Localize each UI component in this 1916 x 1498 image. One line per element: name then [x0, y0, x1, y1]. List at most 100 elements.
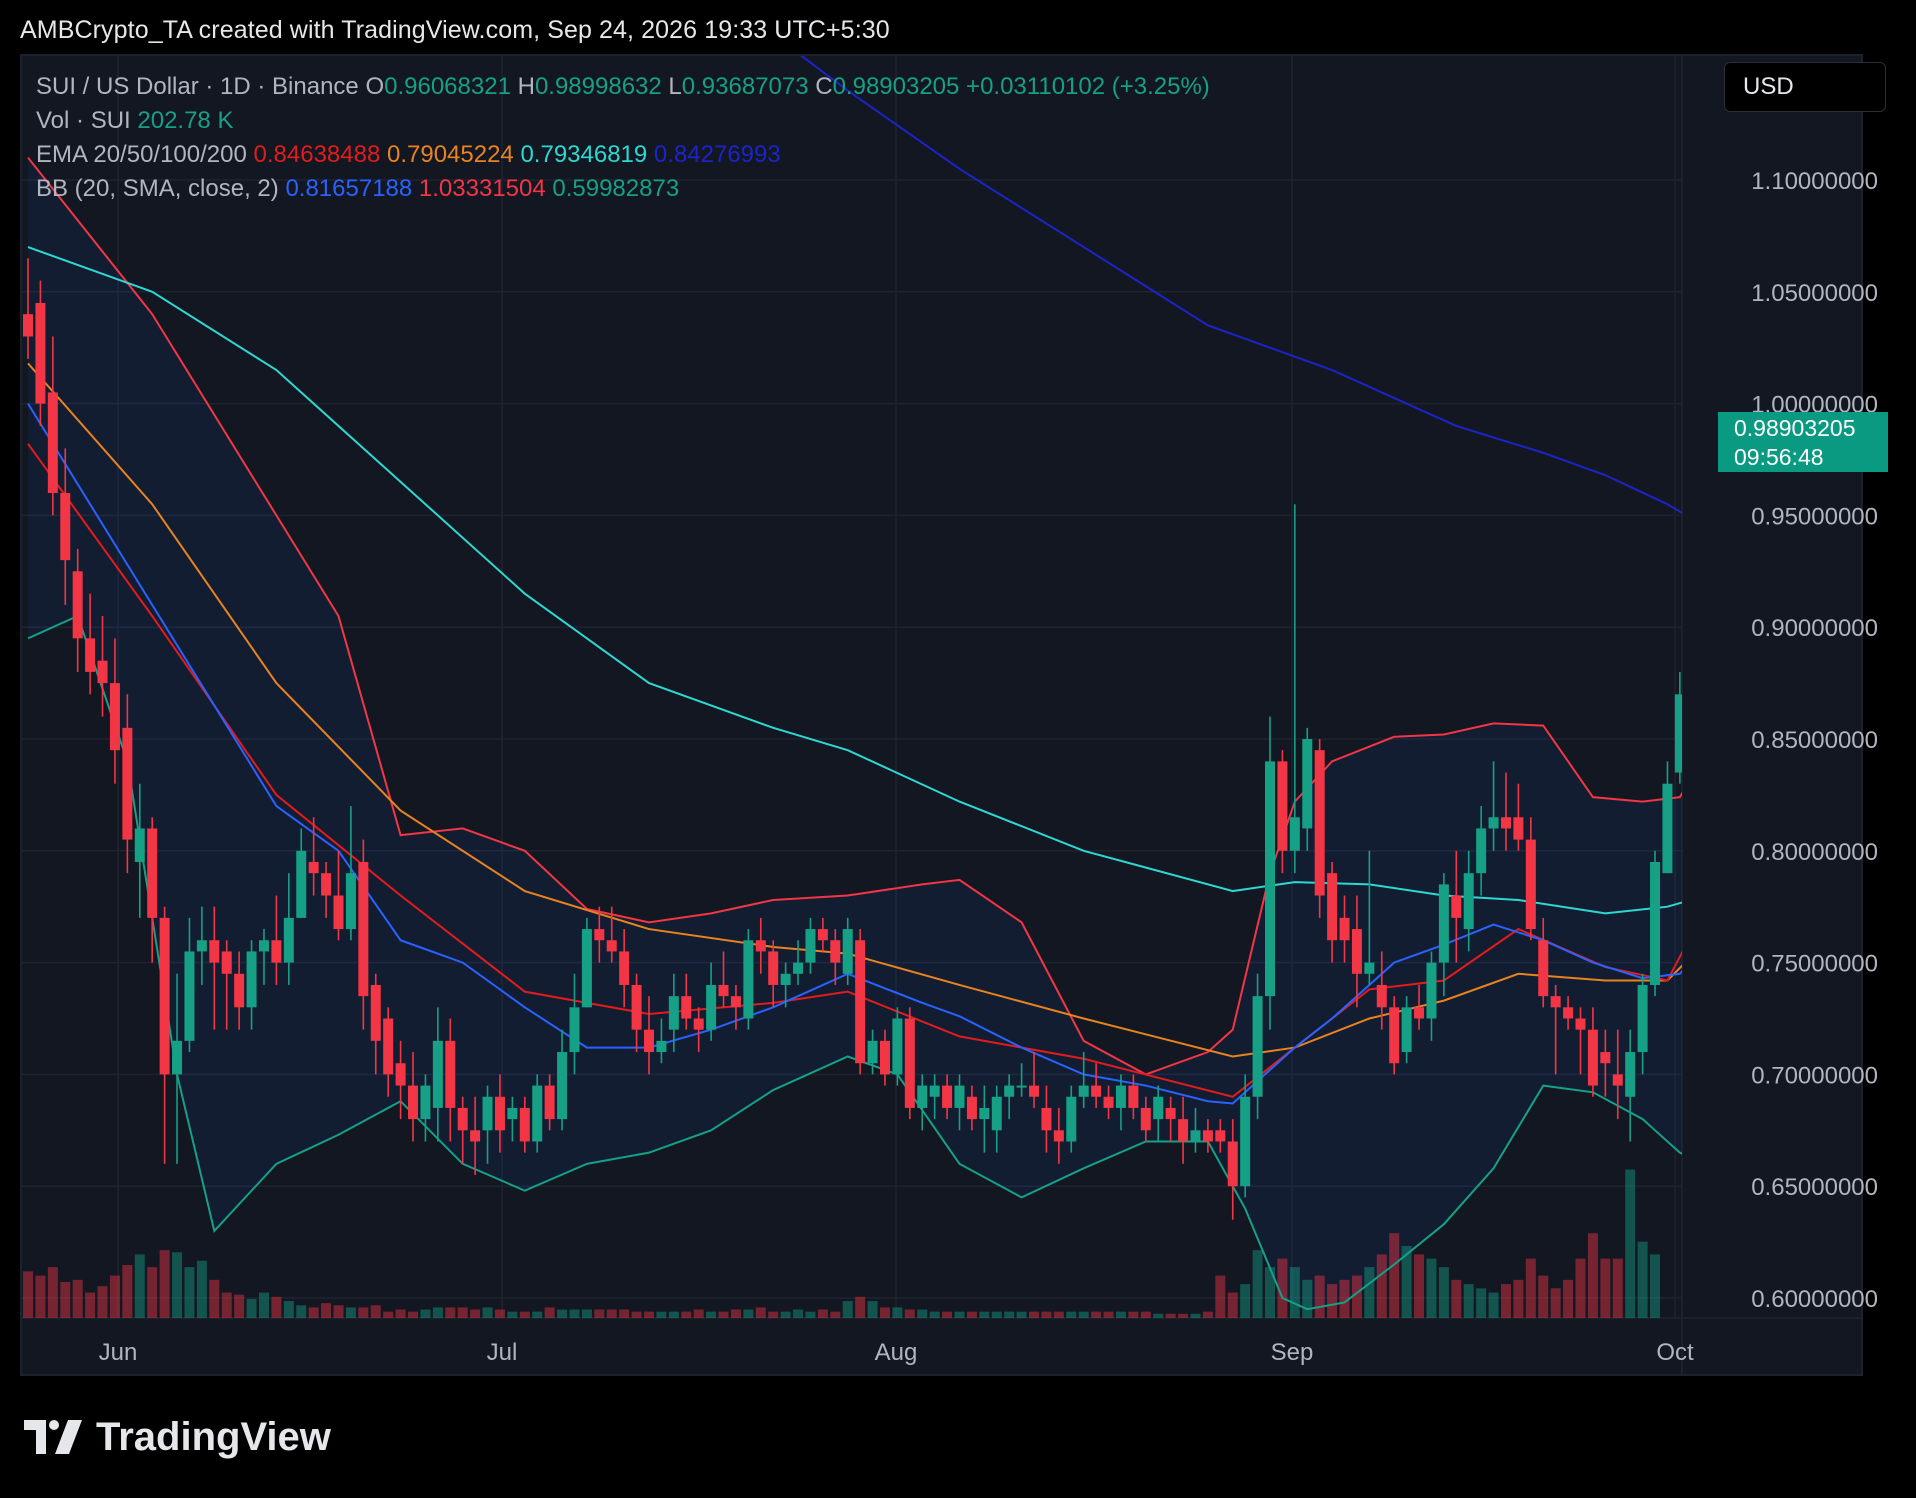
tradingview-logo[interactable]: TradingView	[24, 1414, 331, 1460]
legend-ema100: 0.79346819	[520, 141, 648, 168]
volume-bar	[1650, 1254, 1661, 1318]
candle-body	[109, 683, 120, 751]
candle-body	[1103, 1096, 1114, 1108]
candle-body	[60, 493, 71, 561]
volume-bar	[321, 1303, 332, 1318]
legend-low: 0.93687073	[681, 73, 809, 100]
volume-bar	[395, 1309, 406, 1318]
candle-body	[196, 940, 207, 952]
candle-body	[1140, 1107, 1151, 1131]
volume-bar	[333, 1305, 344, 1318]
candle-body	[1513, 817, 1524, 840]
legend-ema200: 0.84276993	[653, 141, 781, 168]
volume-bar	[420, 1309, 431, 1318]
volume-bar	[60, 1281, 71, 1318]
candle-body	[1538, 940, 1549, 997]
price-tick-label: 0.85000000	[1751, 727, 1878, 754]
volume-bar	[519, 1311, 530, 1318]
legend-ema-row: EMA 20/50/100/200 0.84638488 0.79045224 …	[36, 138, 1210, 172]
candle-body	[631, 984, 642, 1030]
volume-bar	[408, 1311, 419, 1318]
time-tick-label: Jul	[487, 1339, 518, 1366]
volume-bar	[1550, 1288, 1561, 1318]
volume-bar	[1426, 1258, 1437, 1318]
candle-body	[1438, 884, 1449, 963]
volume-bar	[283, 1301, 294, 1318]
volume-bar	[594, 1309, 605, 1318]
legend-volume-value: 202.78 K	[137, 107, 234, 134]
volume-bar	[892, 1307, 903, 1318]
candle-body	[234, 973, 245, 1008]
volume-bar	[706, 1311, 717, 1318]
volume-bar	[1600, 1258, 1611, 1318]
candle-body	[420, 1085, 431, 1120]
volume-bar	[457, 1307, 468, 1318]
volume-bar	[656, 1311, 667, 1318]
candle-body	[991, 1096, 1002, 1131]
candle-body	[879, 1040, 890, 1075]
volume-bar	[370, 1305, 381, 1318]
volume-bar	[507, 1311, 518, 1318]
volume-bar	[35, 1275, 46, 1318]
volume-bar	[1625, 1169, 1636, 1318]
volume-bar	[85, 1292, 96, 1318]
volume-bar	[668, 1311, 679, 1318]
candle-body	[457, 1107, 468, 1131]
candle-body	[1488, 817, 1499, 829]
candle-body	[892, 1018, 903, 1075]
volume-bar	[966, 1311, 977, 1318]
candle-body	[942, 1085, 953, 1108]
volume-bar	[184, 1267, 195, 1318]
volume-bar	[606, 1309, 617, 1318]
volume-bar	[867, 1301, 878, 1318]
candle-body	[1463, 873, 1474, 930]
candle-body	[519, 1107, 530, 1142]
candle-body	[1376, 984, 1387, 1008]
price-chart[interactable]: 1.100000001.050000001.000000000.95000000…	[0, 0, 1916, 1498]
volume-bar	[1153, 1313, 1164, 1318]
volume-bar	[569, 1309, 580, 1318]
candle-body	[432, 1040, 443, 1108]
candle-body	[1351, 929, 1362, 974]
candle-body	[122, 727, 133, 840]
candle-body	[1687, 638, 1697, 694]
candle-body	[706, 984, 717, 1030]
volume-bar	[122, 1265, 133, 1318]
legend-bb-upper: 1.03331504	[418, 175, 546, 202]
candle-body	[1029, 1085, 1040, 1097]
volume-bar	[1463, 1284, 1474, 1318]
candle-body	[917, 1085, 928, 1108]
volume-bar	[246, 1298, 257, 1318]
candle-body	[1078, 1085, 1089, 1097]
volume-bar	[681, 1311, 692, 1318]
legend-close: 0.98903205	[832, 73, 960, 100]
candle-body	[1265, 761, 1275, 997]
candle-body	[1476, 828, 1487, 874]
candle-body	[283, 917, 294, 963]
legend-change: +0.03110102 (+3.25%)	[966, 73, 1210, 100]
candle-body	[1053, 1130, 1064, 1142]
volume-bar	[830, 1311, 841, 1318]
volume-bar	[768, 1311, 779, 1318]
volume-bar	[855, 1296, 866, 1318]
volume-bar	[445, 1307, 456, 1318]
legend-ema20: 0.84638488	[253, 141, 381, 168]
currency-selector[interactable]: USD	[1724, 62, 1886, 112]
volume-bar	[1587, 1233, 1598, 1318]
candle-body	[1240, 1096, 1251, 1187]
candle-body	[619, 951, 630, 985]
candle-body	[1500, 817, 1511, 829]
candle-body	[184, 951, 195, 1041]
price-tick-label: 0.65000000	[1751, 1174, 1878, 1201]
candle-body	[1178, 1119, 1189, 1142]
volume-bar	[23, 1271, 33, 1318]
legend-open-key: O	[365, 73, 385, 100]
volume-bar	[358, 1307, 369, 1318]
candle-body	[383, 1018, 394, 1075]
candle-body	[470, 1130, 481, 1142]
last-price-tag: 0.98903205 09:56:48	[1718, 412, 1888, 472]
candle-body	[606, 940, 617, 952]
volume-bar	[1029, 1311, 1040, 1318]
candle-body	[308, 861, 319, 874]
volume-bar	[1227, 1292, 1238, 1318]
